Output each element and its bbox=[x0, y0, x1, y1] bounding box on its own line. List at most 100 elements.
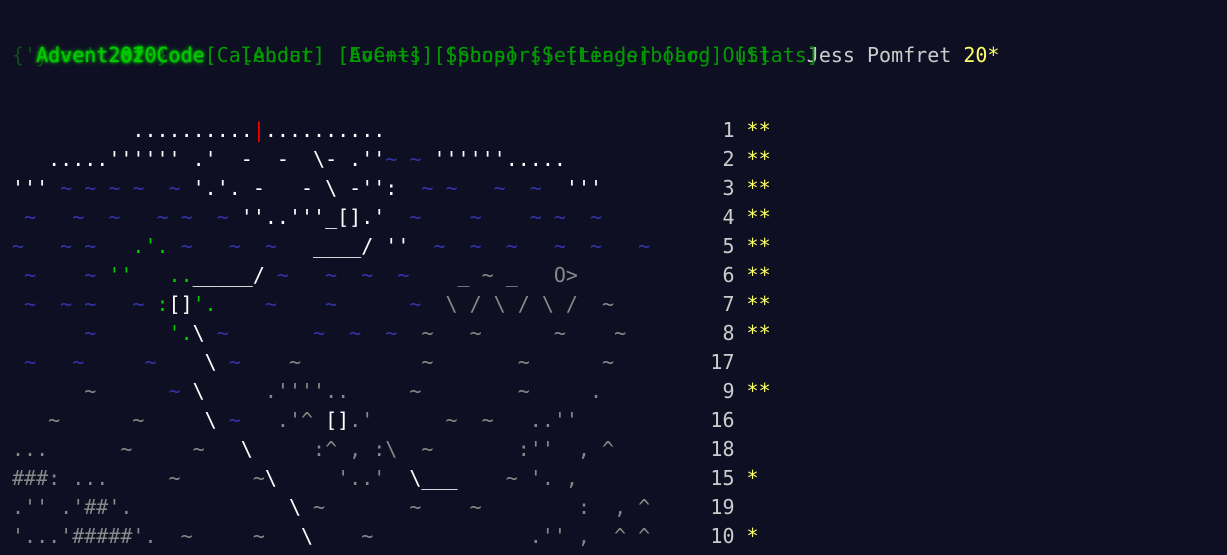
calendar-art-segment: '...'#####'. ~ ~ bbox=[12, 524, 301, 548]
calendar-art-segment: ~ bbox=[12, 379, 169, 403]
calendar-art-segment: ~ bbox=[216, 408, 265, 432]
nav-sponsors[interactable]: [Sponsors] bbox=[433, 43, 553, 67]
calendar-day-row[interactable]: ''' ~ ~ ~ ~ ~ '.'. - - \ -'': ~ ~ ~ ~ ''… bbox=[12, 176, 771, 205]
calendar-art-segment: ~ ~ ~ ~ bbox=[264, 263, 446, 287]
calendar-art-segment: .'. bbox=[132, 234, 181, 258]
nav-aoc-plus-plus[interactable]: [AoC++] bbox=[337, 43, 421, 67]
calendar-art-segment: ~ ~ ~ : , ^ bbox=[301, 495, 651, 519]
calendar-art-segment: :^ , :\ ~ :'' , ^ bbox=[252, 437, 615, 461]
calendar-day-row[interactable]: ~ ~ ~ .'. ~ ~ ~ ____/ '' ~ ~ ~ ~ ~ ~ 5 *… bbox=[12, 234, 771, 263]
calendar-day-stars: ** bbox=[734, 321, 771, 345]
calendar-art-segment: ~ ~ ~ ~ bbox=[204, 321, 422, 345]
year-prefix: {'year': bbox=[12, 43, 109, 67]
calendar-day-row[interactable]: '...'#####'. ~ ~ \ ~ .'' , ^ ^ 10 * bbox=[12, 524, 771, 553]
calendar-art-segment: ~ ~ bbox=[12, 408, 205, 432]
calendar-day-row[interactable]: ~ '.\ ~ ~ ~ ~ ~ ~ ~ ~ 8 ** bbox=[12, 321, 771, 350]
calendar-art-segment: ... ~ ~ bbox=[12, 437, 241, 461]
calendar-day-number: 9 bbox=[698, 379, 735, 403]
calendar-day-row[interactable]: ... ~ ~ \ :^ , :\ ~ :'' , ^ 18 bbox=[12, 437, 771, 466]
calendar-art-segment: ~ ~ bbox=[12, 263, 109, 287]
calendar-art-segment: ~ ~ ~ ~ ~ bbox=[385, 205, 603, 229]
calendar-art-segment: '. bbox=[192, 292, 217, 316]
calendar-art-segment: .......... bbox=[12, 118, 253, 142]
calendar-day-row[interactable]: .....'''''' .' - - \- .''~ ~ ''''''.....… bbox=[12, 147, 771, 176]
calendar-day-row[interactable]: ~ ~ ~ \ ~ ~ ~ ~ ~ 17 bbox=[12, 350, 771, 379]
calendar-day-number: 3 bbox=[698, 176, 735, 200]
calendar-art-segment: '..' bbox=[276, 466, 410, 490]
calendar-day-stars: ** bbox=[734, 176, 771, 200]
calendar-art-segment: ''' bbox=[565, 176, 603, 200]
calendar-day-row[interactable]: ~ ~ \ ~ .'^ [].' ~ ~ ..'' 16 bbox=[12, 408, 771, 437]
calendar-day-number: 5 bbox=[698, 234, 735, 258]
calendar-art-segment: \___ bbox=[409, 466, 458, 490]
calendar-day-stars: ** bbox=[734, 234, 771, 258]
calendar-day-number: 4 bbox=[698, 205, 735, 229]
calendar-day-stars: ** bbox=[734, 118, 771, 142]
calendar-day-stars: ** bbox=[734, 205, 771, 229]
nav-leaderboard[interactable]: [Leaderboard] bbox=[566, 43, 723, 67]
calendar-art-segment: .. bbox=[132, 263, 193, 287]
calendar-day-row[interactable]: ..........|.......... 1 ** bbox=[12, 118, 771, 147]
calendar-day-number: 10 bbox=[698, 524, 735, 548]
calendar-art-segment: ''''''..... bbox=[433, 147, 566, 171]
calendar-art-segment: ~ ~ ~ ~ bbox=[264, 350, 615, 374]
calendar-day-row[interactable]: ~ ~ '' .._____/ ~ ~ ~ ~ _ ~ _ O> 6 ** bbox=[12, 263, 771, 292]
calendar-art-segment: \ bbox=[192, 379, 205, 403]
calendar-art-segment: ~ ~ ~ ~ ~ bbox=[60, 176, 193, 200]
calendar-day-stars: * bbox=[734, 524, 759, 548]
calendar-day-number: 8 bbox=[698, 321, 735, 345]
calendar-art-segment: ~ ~ ~ ~ bbox=[421, 321, 627, 345]
calendar-day-row[interactable]: .'' .'##'. \ ~ ~ ~ : , ^ 19 bbox=[12, 495, 771, 524]
year-suffix: } bbox=[156, 43, 169, 67]
nav-stats[interactable]: [Stats] bbox=[735, 43, 819, 67]
calendar-day-row[interactable]: ~ ~ \ .''''.. ~ ~ . 9 ** bbox=[12, 379, 771, 408]
calendar-art-segment: ____/ '' bbox=[313, 234, 410, 258]
year-link[interactable]: 2020 bbox=[108, 43, 156, 67]
calendar-art-segment: ''' bbox=[12, 176, 61, 200]
calendar-art-segment: '' bbox=[108, 263, 133, 287]
calendar-art-segment: \ bbox=[240, 437, 253, 461]
calendar-art-segment: ~ ~ ~ ~ ~ ~ bbox=[409, 234, 651, 258]
calendar-art-segment: \ bbox=[300, 524, 314, 548]
calendar-art-segment: ~ ~ ~ ~ ~ ~ bbox=[12, 205, 241, 229]
calendar-day-row[interactable]: ###: ... ~ ~\ '..' \___ ~ '. , 15 * bbox=[12, 466, 771, 495]
calendar-art-segment: ~ bbox=[216, 350, 265, 374]
calendar-art-segment: ''..'''_[]. bbox=[240, 205, 374, 229]
header-row-2: {'year':2020} [Calendar] [AoC++] [Sponso… bbox=[12, 41, 819, 70]
calendar-day-row[interactable]: ~ ~ ~ ~ ~ ~ ''..'''_[].' ~ ~ ~ ~ ~ 4 ** bbox=[12, 205, 771, 234]
calendar-art-segment: .''''.. ~ ~ . bbox=[204, 379, 603, 403]
calendar-day-number: 6 bbox=[698, 263, 735, 287]
calendar-art-segment: | bbox=[252, 118, 265, 142]
calendar-art-segment: ~ '. , bbox=[457, 466, 578, 490]
calendar-art-segment: .' ~ ~ ..'' bbox=[349, 408, 578, 432]
calendar-art-segment: '. bbox=[168, 321, 193, 345]
calendar-day-stars: * bbox=[734, 466, 759, 490]
calendar-art-segment: ~ ~ ~ bbox=[180, 234, 314, 258]
calendar-art-segment: ###: ... ~ ~ bbox=[12, 466, 265, 490]
calendar-day-number: 1 bbox=[698, 118, 735, 142]
calendar-art-segment: \ / \ / \ / ~ bbox=[445, 292, 615, 316]
calendar-art-segment: ' bbox=[373, 205, 386, 229]
calendar-art-segment: [] bbox=[325, 408, 350, 432]
calendar-art-segment: ~ ~ ~ bbox=[12, 234, 133, 258]
calendar-day-number: 17 bbox=[698, 350, 735, 374]
calendar-art-segment: ~ ~ ~ bbox=[12, 350, 205, 374]
nav-calendar[interactable]: [Calendar] bbox=[205, 43, 325, 67]
calendar-art-segment: ~ bbox=[12, 321, 169, 345]
calendar-art-segment: ~ ~ bbox=[385, 147, 434, 171]
calendar-art-segment: \ bbox=[264, 466, 277, 490]
calendar-day-number: 18 bbox=[698, 437, 735, 461]
calendar-art-segment: : bbox=[156, 292, 169, 316]
calendar-day-number: 2 bbox=[698, 147, 735, 171]
calendar: ..........|.......... 1 ** .....'''''' .… bbox=[12, 118, 771, 553]
calendar-art-segment: ~ bbox=[168, 379, 193, 403]
calendar-art-segment: _____/ bbox=[192, 263, 265, 287]
calendar-day-row[interactable]: ~ ~ ~ ~ :[]'. ~ ~ ~ \ / \ / \ / ~ 7 ** bbox=[12, 292, 771, 321]
calendar-day-stars: ** bbox=[734, 263, 771, 287]
calendar-art-segment: ~ .'' , ^ ^ bbox=[313, 524, 651, 548]
calendar-art-segment: \ bbox=[204, 350, 217, 374]
calendar-day-number: 15 bbox=[698, 466, 735, 490]
calendar-art-segment: ~ ~ ~ ~ bbox=[397, 176, 566, 200]
calendar-day-number: 7 bbox=[698, 292, 735, 316]
calendar-art-segment: ~ ~ ~ bbox=[216, 292, 446, 316]
